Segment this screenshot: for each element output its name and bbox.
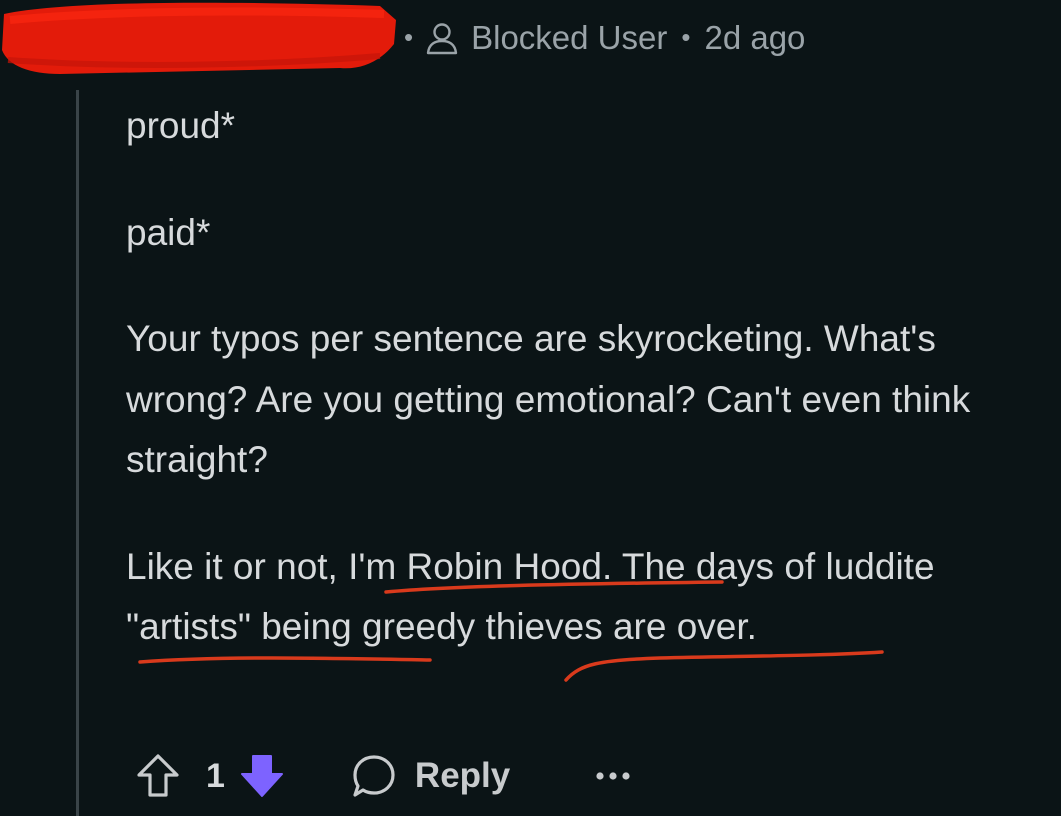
- paragraph-4-part4: over.: [666, 606, 757, 647]
- paragraph-4-part2: The days of: [612, 545, 826, 587]
- vote-score: 1: [206, 756, 225, 795]
- meta-separator: •: [404, 21, 414, 52]
- user-outline-icon: [426, 23, 458, 55]
- paragraph-4: Like it or not, I'm Robin Hood. The days…: [126, 537, 1006, 658]
- author-label[interactable]: Blocked User: [471, 19, 667, 57]
- ellipsis-icon[interactable]: [594, 766, 632, 786]
- reply-button[interactable]: Reply: [351, 753, 510, 799]
- paragraph-4-part1: Like it or not,: [126, 545, 349, 587]
- redaction-scribble: [2, 2, 396, 75]
- timestamp: 2d ago: [704, 19, 806, 56]
- underline-luddite-artists: [138, 656, 432, 664]
- downvote-arrow-icon[interactable]: [239, 752, 285, 800]
- comment-meta: • Blocked User • 2d ago: [404, 12, 805, 64]
- upvote-arrow-icon[interactable]: [136, 753, 180, 799]
- thread-line[interactable]: [76, 90, 79, 816]
- underlined-phrase-1: I'm Robin Hood.: [348, 545, 613, 587]
- paragraph-4-part3: being: [250, 606, 363, 647]
- reply-label: Reply: [414, 756, 511, 795]
- paragraph-1: proud*: [126, 105, 236, 146]
- comment-body: proud* paid* Your typos per sentence are…: [126, 96, 1006, 658]
- paragraph-3: Your typos per sentence are skyrocketing…: [126, 318, 971, 480]
- speech-bubble-icon: [353, 755, 395, 797]
- underlined-phrase-3: greedy thieves are: [362, 606, 667, 647]
- time-separator: •: [681, 21, 691, 52]
- paragraph-2: paid*: [126, 211, 211, 253]
- comment-actions: 1 Reply: [136, 746, 632, 806]
